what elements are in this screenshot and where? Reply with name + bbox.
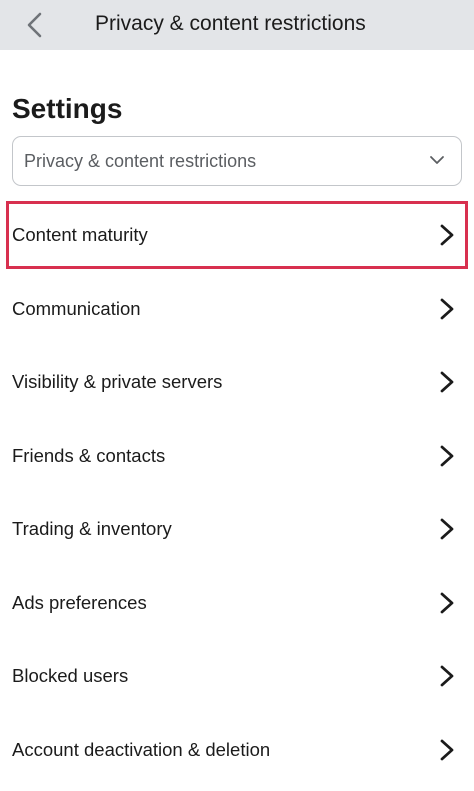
chevron-left-icon: [27, 12, 42, 38]
chevron-right-icon: [440, 739, 454, 761]
chevron-down-icon: [430, 156, 444, 164]
menu-item-label: Communication: [12, 298, 141, 319]
chevron-right-icon: [440, 445, 454, 467]
chevron-right-icon: [440, 298, 454, 320]
chevron-right-icon: [440, 371, 454, 393]
menu-item-label: Blocked users: [12, 665, 129, 686]
dropdown-selected-value: Privacy & content restrictions: [24, 151, 257, 171]
menu-item-account-deactivation-deletion[interactable]: Account deactivation & deletion: [0, 718, 474, 782]
menu-item-label: Friends & contacts: [12, 445, 166, 466]
menu-item-ads-preferences[interactable]: Ads preferences: [0, 571, 474, 635]
back-button[interactable]: [18, 8, 52, 42]
settings-category-dropdown[interactable]: Privacy & content restrictions: [12, 136, 462, 186]
menu-item-label: Account deactivation & deletion: [12, 739, 271, 760]
menu-item-visibility-private-servers[interactable]: Visibility & private servers: [0, 350, 474, 414]
menu-item-label: Trading & inventory: [12, 518, 172, 539]
menu-item-communication[interactable]: Communication: [0, 277, 474, 341]
menu-item-label: Visibility & private servers: [12, 371, 223, 392]
chevron-right-icon: [440, 592, 454, 614]
menu-item-label: Ads preferences: [12, 592, 147, 613]
chevron-right-icon: [440, 665, 454, 687]
settings-heading: Settings: [12, 93, 123, 124]
menu-item-blocked-users[interactable]: Blocked users: [0, 644, 474, 708]
chevron-right-icon: [440, 518, 454, 540]
menu-item-label: Content maturity: [12, 224, 148, 245]
menu-item-trading-inventory[interactable]: Trading & inventory: [0, 497, 474, 561]
chevron-right-icon: [440, 224, 454, 246]
page-title: Privacy & content restrictions: [95, 12, 366, 35]
menu-item-friends-contacts[interactable]: Friends & contacts: [0, 424, 474, 488]
top-app-bar: Privacy & content restrictions: [0, 0, 474, 50]
menu-item-content-maturity[interactable]: Content maturity: [0, 203, 474, 267]
